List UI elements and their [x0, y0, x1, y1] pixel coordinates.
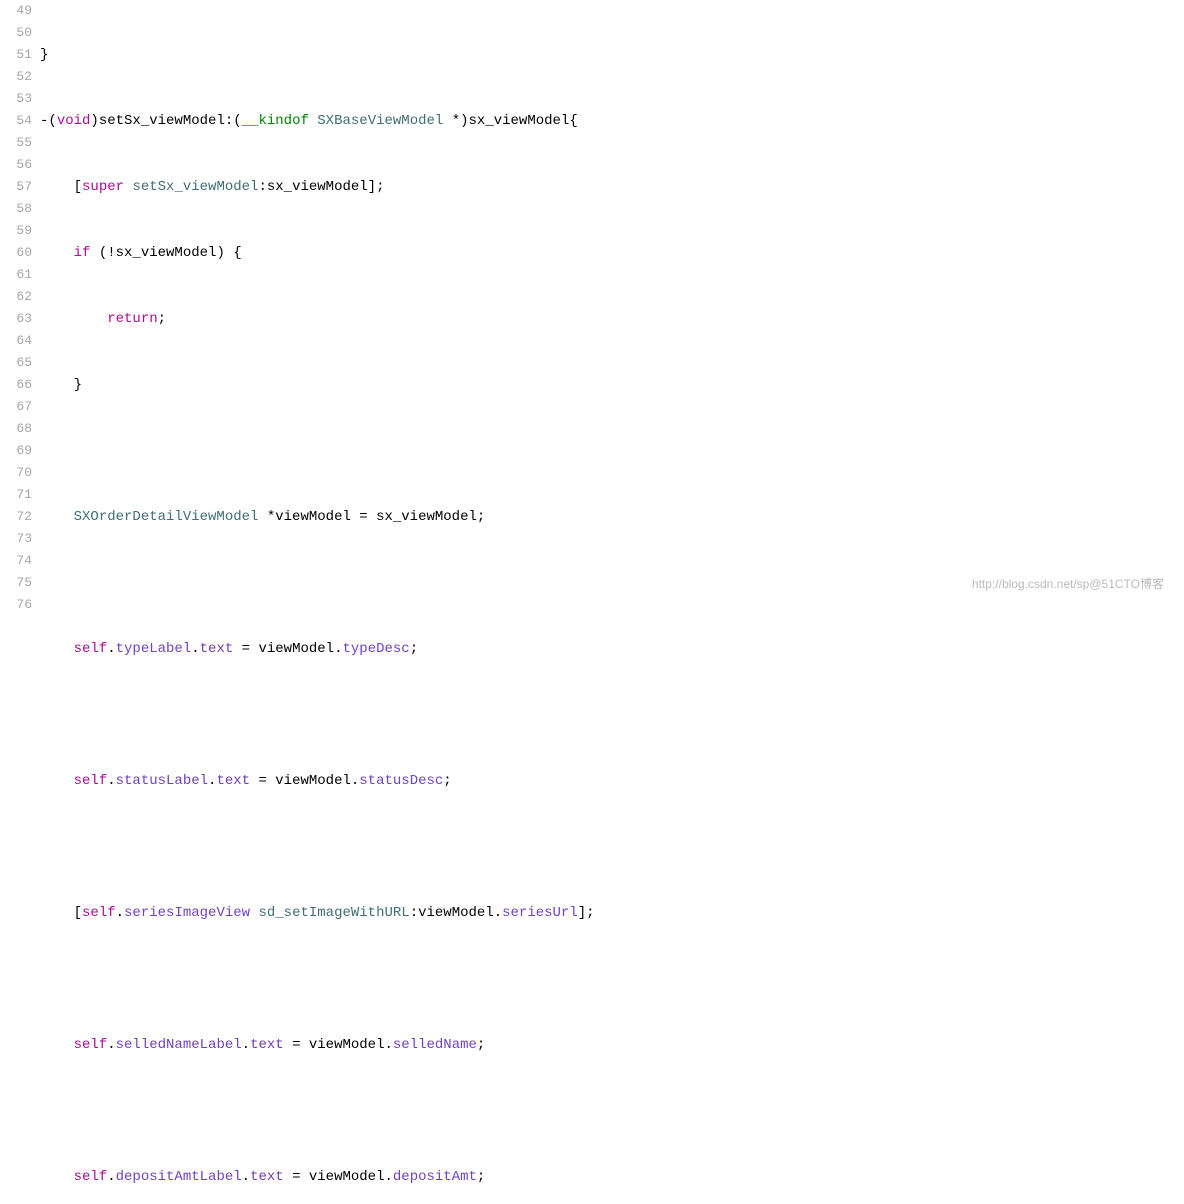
line-number: 73: [0, 528, 32, 550]
line-number: 56: [0, 154, 32, 176]
code-editor: 4950515253545556575859606162636465666768…: [0, 0, 1184, 602]
watermark-text: http://blog.csdn.net/sp@51CTO博客: [972, 575, 1164, 592]
line-number: 58: [0, 198, 32, 220]
line-number: 72: [0, 506, 32, 528]
code-line: self.typeLabel.text = viewModel.typeDesc…: [40, 638, 1184, 660]
line-number: 66: [0, 374, 32, 396]
line-number: 71: [0, 484, 32, 506]
line-number: 50: [0, 22, 32, 44]
line-number: 62: [0, 286, 32, 308]
line-number: 54: [0, 110, 32, 132]
line-number: 55: [0, 132, 32, 154]
line-number: 65: [0, 352, 32, 374]
line-number: 59: [0, 220, 32, 242]
line-number: 61: [0, 264, 32, 286]
code-line: [40, 1100, 1184, 1122]
code-line: return;: [40, 308, 1184, 330]
code-line: }: [40, 44, 1184, 66]
line-number: 57: [0, 176, 32, 198]
line-number: 75: [0, 572, 32, 594]
code-line: [super setSx_viewModel:sx_viewModel];: [40, 176, 1184, 198]
line-number: 76: [0, 594, 32, 616]
line-number: 49: [0, 0, 32, 22]
line-gutter: 4950515253545556575859606162636465666768…: [0, 0, 40, 602]
line-number: 70: [0, 462, 32, 484]
code-line: }: [40, 374, 1184, 396]
line-number: 51: [0, 44, 32, 66]
code-line: SXOrderDetailViewModel *viewModel = sx_v…: [40, 506, 1184, 528]
code-line: self.depositAmtLabel.text = viewModel.de…: [40, 1166, 1184, 1188]
code-line: -(void)setSx_viewModel:(__kindof SXBaseV…: [40, 110, 1184, 132]
code-area[interactable]: } -(void)setSx_viewModel:(__kindof SXBas…: [40, 0, 1184, 602]
code-line: [self.seriesImageView sd_setImageWithURL…: [40, 902, 1184, 924]
line-number: 69: [0, 440, 32, 462]
line-number: 74: [0, 550, 32, 572]
code-line: self.statusLabel.text = viewModel.status…: [40, 770, 1184, 792]
line-number: 68: [0, 418, 32, 440]
line-number: 64: [0, 330, 32, 352]
code-line: [40, 704, 1184, 726]
line-number: 60: [0, 242, 32, 264]
code-line: [40, 968, 1184, 990]
code-line: self.selledNameLabel.text = viewModel.se…: [40, 1034, 1184, 1056]
line-number: 53: [0, 88, 32, 110]
code-line: if (!sx_viewModel) {: [40, 242, 1184, 264]
line-number: 63: [0, 308, 32, 330]
line-number: 67: [0, 396, 32, 418]
code-line: [40, 440, 1184, 462]
code-line: [40, 836, 1184, 858]
line-number: 52: [0, 66, 32, 88]
